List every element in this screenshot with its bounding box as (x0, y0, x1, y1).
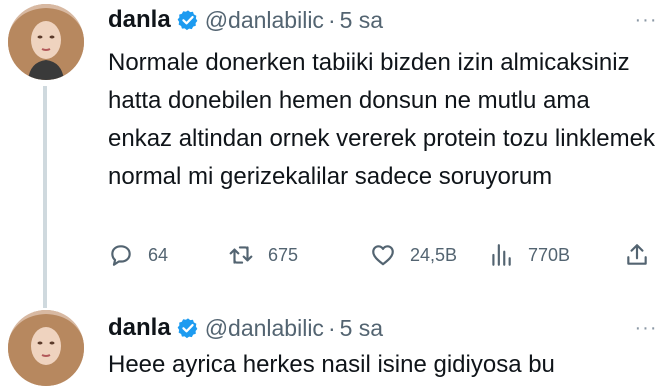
verified-badge-icon (177, 317, 199, 339)
share-icon (627, 244, 647, 265)
views-icon (492, 244, 511, 266)
views-button[interactable]: 770B (488, 240, 570, 270)
tweet-timestamp[interactable]: 5 sa (340, 7, 383, 34)
reply-button[interactable]: 64 (108, 240, 168, 270)
retweet-button[interactable]: 675 (228, 240, 298, 270)
author-handle[interactable]: @danlabilic (205, 7, 324, 34)
avatar-photo (8, 310, 84, 386)
views-count: 770B (528, 244, 571, 265)
verified-badge-icon (177, 9, 199, 31)
retweet-icon (229, 246, 253, 264)
more-options-icon[interactable]: ··· (632, 318, 660, 338)
like-button[interactable]: 24,5B (370, 240, 457, 270)
avatar-photo (8, 4, 84, 80)
tweet-text: Normale donerken tabiiki bizden izin alm… (108, 49, 655, 190)
author-handle[interactable]: @danlabilic (205, 315, 324, 342)
author-avatar[interactable] (8, 310, 84, 386)
tweet-header: danla @danlabilic · 5 sa (108, 5, 383, 35)
tweet-actions: 64 675 24,5B 770B (108, 240, 656, 270)
author-name[interactable]: danla (108, 6, 171, 34)
reply-count: 64 (148, 244, 169, 265)
thread-connector-line (43, 86, 47, 308)
retweet-count: 675 (268, 244, 299, 265)
tweet-timestamp[interactable]: 5 sa (340, 315, 383, 342)
like-icon (372, 245, 394, 266)
separator-dot: · (327, 314, 336, 341)
tweet-header: danla @danlabilic · 5 sa (108, 313, 383, 343)
more-options-icon[interactable]: ··· (632, 10, 660, 30)
share-button[interactable] (624, 240, 650, 270)
author-name[interactable]: danla (108, 314, 171, 342)
separator-dot: · (327, 6, 336, 33)
tweet-text: Heee ayrica herkes nasil isine gidiyosa … (108, 351, 555, 378)
reply-icon (111, 245, 131, 266)
author-avatar[interactable] (8, 4, 84, 80)
like-count: 24,5B (410, 244, 458, 265)
